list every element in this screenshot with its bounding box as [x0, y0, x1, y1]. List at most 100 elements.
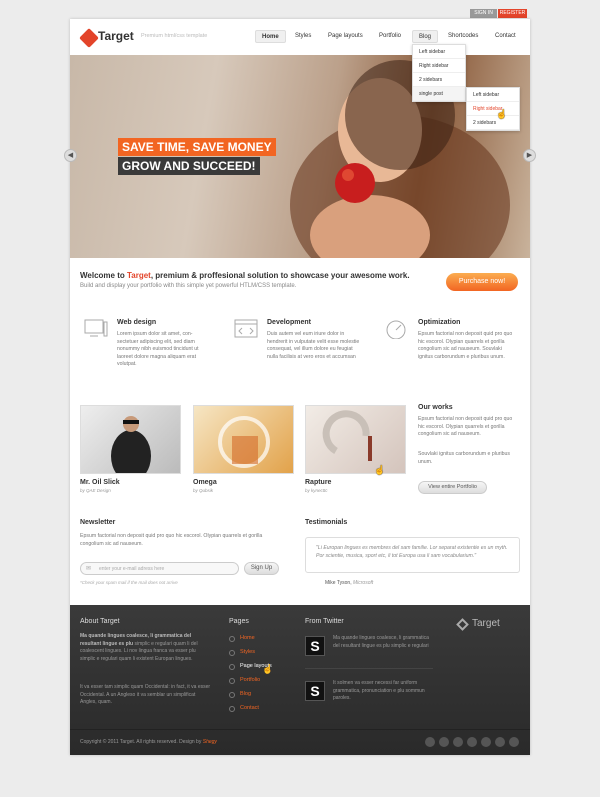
newsletter-title: Newsletter	[80, 519, 116, 526]
feature-text-optimization: Epsum factorial non deposit quid pro quo…	[418, 331, 513, 360]
nav-blog[interactable]: Blog	[412, 30, 439, 43]
mail-icon: ✉	[86, 566, 92, 572]
hand-cursor-icon-2: ☝	[374, 465, 386, 475]
nav-contact[interactable]: Contact	[489, 30, 522, 43]
tagline: Premium html/css template	[141, 33, 208, 39]
testimonial-author: Mike Tyson, Microsoft	[325, 580, 373, 586]
our-works-text: Epsum factorial non deposit quid pro quo…	[418, 416, 513, 437]
hand-cursor-icon-3: ☝	[262, 664, 274, 674]
view-portfolio-button[interactable]: View entire Portfolio	[418, 481, 487, 494]
monitor-icon	[84, 319, 108, 337]
newsletter-text: Epsum factorial non deposit quid pro quo…	[80, 533, 263, 547]
nav-styles[interactable]: Styles	[289, 30, 317, 43]
footer-about-text: Ma quande lingues coalesce, li grammatic…	[80, 633, 212, 663]
brand-name[interactable]: Target	[98, 29, 134, 43]
welcome-subheading: Build and display your portfolio with th…	[80, 283, 297, 289]
submenu-2-sidebars[interactable]: 2 sidebars	[467, 116, 519, 130]
share-icon[interactable]	[425, 737, 435, 747]
testimonials-title: Testimonials	[305, 519, 348, 526]
footer-about-text-2: It va esser tam simplic quam Occidental:…	[80, 684, 211, 705]
submenu-right-sidebar[interactable]: Right sidebar	[467, 102, 519, 116]
portfolio-thumb-1[interactable]	[80, 405, 181, 474]
hero-headline-1: SAVE TIME, SAVE MONEY	[118, 138, 276, 156]
facebook-icon[interactable]	[467, 737, 477, 747]
portfolio-thumb-2[interactable]	[193, 405, 294, 474]
copyright-text: Copyright © 2011 Target. All rights rese…	[80, 739, 203, 745]
nav-portfolio[interactable]: Portfolio	[373, 30, 407, 43]
hero-headline-2: GROW AND SUCCEED!	[118, 157, 260, 175]
copyright: Copyright © 2011 Target. All rights rese…	[80, 739, 217, 745]
bullet-icon	[229, 650, 235, 656]
designer-link[interactable]: Shegy	[203, 739, 217, 745]
sign-in-link[interactable]: SIGN IN	[470, 9, 497, 18]
feature-title-development: Development	[267, 319, 311, 326]
our-works-title: Our works	[418, 404, 453, 411]
dribbble-icon[interactable]	[439, 737, 449, 747]
browser-window-icon	[234, 319, 258, 338]
newsletter-placeholder: enter your e-mail adress here	[99, 566, 165, 572]
bullet-icon	[229, 706, 235, 712]
portfolio-image-3	[322, 410, 372, 461]
portfolio-title-1[interactable]: Mr. Oil Slick	[80, 479, 120, 486]
portfolio-image-2	[218, 416, 270, 468]
testimonial-box: "Li Europan lingues es membres del sam f…	[305, 537, 520, 573]
portfolio-thumb-3[interactable]	[305, 405, 406, 474]
our-works-text-2: Souvlaki ignitus carborundum e pluribus …	[418, 451, 510, 465]
register-link[interactable]: REGISTER	[498, 9, 527, 18]
testimonial-author-name: Mike Tyson,	[325, 580, 352, 586]
feature-text-development: Duis autem vel eum iriure dolor in hendr…	[267, 331, 360, 360]
footer-link-blog[interactable]: Blog	[240, 691, 251, 697]
slider-prev-button[interactable]: ◀	[64, 149, 77, 162]
footer-link-contact[interactable]: Contact	[240, 705, 259, 711]
bullet-icon	[229, 664, 235, 670]
portfolio-author-2: by Qubsik	[193, 488, 214, 493]
feature-title-web-design: Web design	[117, 319, 157, 326]
tweet-divider	[305, 668, 433, 669]
testimonial-quote: "Li Europan lingues es membres del sam f…	[316, 545, 508, 559]
portfolio-author-1: by QAE Design	[80, 488, 111, 493]
feature-title-optimization: Optimization	[418, 319, 461, 326]
footer-pages-title: Pages	[229, 618, 249, 625]
blog-menu-2-sidebars[interactable]: 2 sidebars	[413, 73, 465, 87]
twitter-icon[interactable]	[453, 737, 463, 747]
footer-link-styles[interactable]: Styles	[240, 649, 255, 655]
portfolio-author-3: by kynecttc	[305, 488, 328, 493]
bullet-icon	[229, 678, 235, 684]
footer-divider	[70, 729, 530, 730]
youtube-icon[interactable]	[495, 737, 505, 747]
blog-menu-left-sidebar[interactable]: Left sidebar	[413, 45, 465, 59]
nav-page-layouts[interactable]: Page layouts	[322, 30, 369, 43]
portfolio-title-2[interactable]: Omega	[193, 479, 217, 486]
twitter-avatar-icon: S	[305, 636, 325, 656]
blog-menu-single-post[interactable]: single post	[413, 87, 465, 101]
newsletter-email-field[interactable]: ✉ enter your e-mail adress here	[80, 562, 239, 575]
portfolio-title-3[interactable]: Rapture	[305, 479, 331, 486]
welcome-heading: Welcome to Target, premium & proffesiona…	[80, 271, 440, 280]
blog-dropdown: Left sidebar Right sidebar 2 sidebars si…	[412, 44, 466, 102]
purchase-now-button[interactable]: Purchase now!	[446, 273, 518, 291]
nav-home[interactable]: Home	[255, 30, 286, 43]
rss-icon[interactable]	[509, 737, 519, 747]
flickr-icon[interactable]	[481, 737, 491, 747]
tweet-1: Ma quande lingues coalesce, li grammatic…	[333, 635, 429, 649]
welcome-brand: Target	[126, 271, 151, 280]
submenu-left-sidebar[interactable]: Left sidebar	[467, 88, 519, 102]
blog-menu-right-sidebar[interactable]: Right sidebar	[413, 59, 465, 73]
bullet-icon	[229, 692, 235, 698]
single-post-submenu: Left sidebar Right sidebar 2 sidebars	[466, 87, 520, 131]
footer-link-home[interactable]: Home	[240, 635, 255, 641]
sign-up-button[interactable]: Sign Up	[244, 562, 279, 575]
hand-cursor-icon: ☝	[496, 109, 508, 119]
feature-text-web-design: Lorem ipsum dolor sit amet, con-sectetue…	[117, 331, 199, 367]
tweet-2: It solmen va esser necessi far uniform g…	[333, 680, 425, 701]
welcome-suffix: , premium & proffesional solution to sho…	[150, 271, 410, 280]
footer-brand: Target	[472, 618, 500, 629]
welcome-prefix: Welcome to	[80, 271, 127, 280]
twitter-avatar-icon: S	[305, 681, 325, 701]
footer-link-portfolio[interactable]: Portfolio	[240, 677, 260, 683]
testimonial-company: Microsoft	[351, 580, 374, 586]
nav-shortcodes[interactable]: Shortcodes	[442, 30, 484, 43]
portfolio-image-1	[111, 416, 151, 473]
slider-next-button[interactable]: ▶	[523, 149, 536, 162]
footer-twitter-title: From Twitter	[305, 618, 344, 625]
